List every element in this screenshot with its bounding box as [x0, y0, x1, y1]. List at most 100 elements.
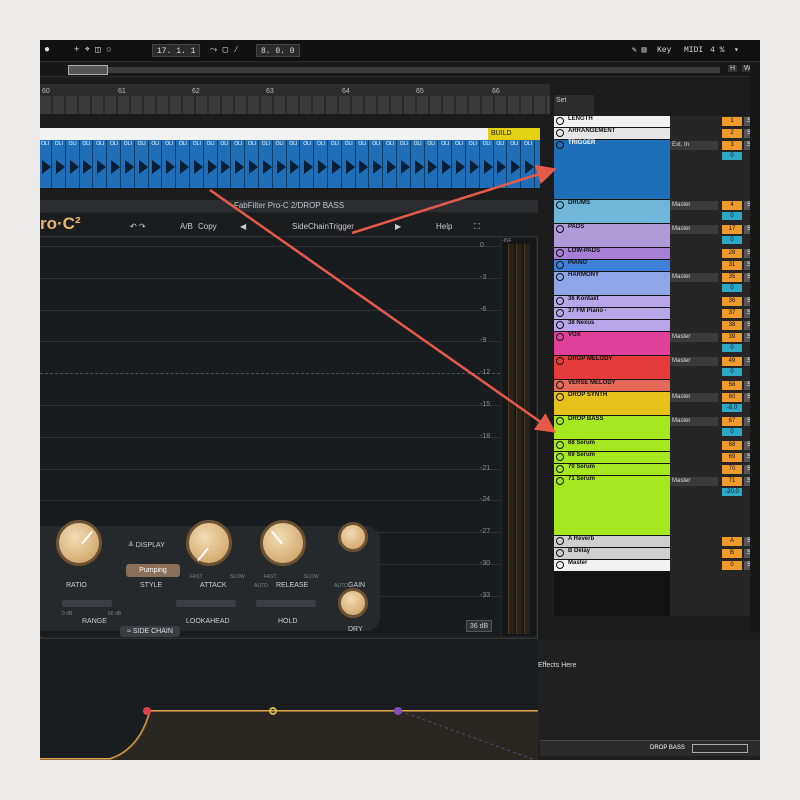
key-map-button[interactable]: Key — [657, 44, 671, 57]
trigger-clip[interactable]: OLI — [344, 140, 356, 188]
track-activator-icon[interactable] — [556, 201, 564, 209]
trigger-clip[interactable]: OLI — [275, 140, 287, 188]
track-number[interactable]: 28 — [722, 249, 742, 258]
volume-field[interactable]: 0 — [722, 212, 742, 220]
track-number[interactable]: 67 — [722, 417, 742, 426]
track-number[interactable]: 37 — [722, 309, 742, 318]
track-number[interactable]: 70 — [722, 465, 742, 474]
trigger-clip[interactable]: OLI — [426, 140, 439, 188]
trigger-clip[interactable]: OLI — [468, 140, 480, 188]
trigger-clip[interactable]: OLI — [233, 140, 246, 188]
track-header[interactable]: PADS — [554, 224, 670, 247]
track-header[interactable]: 37 FM Piano - — [554, 308, 670, 319]
track-header[interactable]: B Delay — [554, 548, 670, 559]
track-number[interactable]: 3 — [722, 141, 742, 150]
release-knob[interactable] — [260, 520, 306, 566]
midi-map-button[interactable]: MIDI — [684, 44, 703, 57]
track-activator-icon[interactable] — [556, 357, 564, 365]
draw-tools-icon[interactable]: + ⌖ ◫ ○ — [74, 44, 112, 57]
track-activator-icon[interactable] — [556, 381, 564, 389]
attack-knob[interactable] — [186, 520, 232, 566]
track-number[interactable]: 38 — [722, 321, 742, 330]
track-header[interactable]: A Reverb — [554, 536, 670, 547]
trigger-clip[interactable]: OLI — [68, 140, 80, 188]
h-button[interactable]: H — [728, 65, 738, 72]
track-number[interactable]: 0 — [722, 561, 742, 570]
ab-button[interactable]: A/B — [180, 222, 193, 231]
trigger-clip[interactable]: OLI — [454, 140, 466, 188]
db-range-button[interactable]: 36 dB — [466, 620, 492, 632]
trigger-clip[interactable]: OLI — [371, 140, 384, 188]
trigger-clip[interactable]: OLI — [399, 140, 411, 188]
track-number[interactable]: 71 — [722, 477, 742, 486]
output-select[interactable]: Master — [670, 357, 718, 366]
track-header[interactable]: VOX — [554, 332, 670, 355]
track-number[interactable]: 36 — [722, 297, 742, 306]
loop-length-field[interactable]: 8. 0. 0 — [256, 44, 300, 57]
trigger-clip[interactable]: OLI — [261, 140, 273, 188]
output-select[interactable]: Master — [670, 393, 718, 402]
trigger-clip[interactable]: OLI — [302, 140, 315, 188]
trigger-clip[interactable]: OLI — [150, 140, 163, 188]
preset-prev-icon[interactable]: ◀ — [240, 222, 246, 231]
preset-name[interactable]: SideChainTrigger — [292, 222, 354, 231]
track-activator-icon[interactable] — [556, 417, 564, 425]
output-select[interactable]: Master — [670, 417, 718, 426]
trigger-clip[interactable]: OLI — [40, 140, 52, 188]
track-activator-icon[interactable] — [556, 249, 564, 257]
macro-control[interactable] — [692, 744, 748, 753]
track-number[interactable]: 17 — [722, 225, 742, 234]
display-toggle[interactable]: ≚ DISPLAY — [128, 541, 165, 549]
volume-field[interactable]: 0 — [722, 344, 742, 352]
track-activator-icon[interactable] — [556, 297, 564, 305]
track-header[interactable]: PIANO — [554, 260, 670, 271]
track-number[interactable]: 58 — [722, 381, 742, 390]
fullscreen-icon[interactable]: ⛶ — [474, 222, 480, 232]
eq-band-node[interactable] — [143, 707, 151, 715]
volume-field[interactable]: 0 — [722, 428, 742, 436]
song-position-field[interactable]: 17. 1. 1 — [152, 44, 201, 57]
track-header[interactable]: 70 Serum — [554, 464, 670, 475]
trigger-clips[interactable]: OLI OLI OLI OLI OLI OLI OLI OLI OLI OLI OLI OLI OLI O… — [40, 140, 540, 188]
copy-button[interactable]: Copy — [198, 222, 217, 231]
track-header[interactable]: HARMONY — [554, 272, 670, 295]
track-activator-icon[interactable] — [556, 309, 564, 317]
track-activator-icon[interactable] — [556, 129, 564, 137]
undo-icon[interactable]: ↶ ↷ — [130, 222, 146, 231]
trigger-clip[interactable]: OLI — [164, 140, 177, 188]
trigger-clip[interactable]: OLI — [523, 140, 535, 188]
track-number[interactable]: 35 — [722, 273, 742, 282]
track-activator-icon[interactable] — [556, 141, 564, 149]
trigger-clip[interactable]: OLI — [385, 140, 397, 188]
track-activator-icon[interactable] — [556, 273, 564, 281]
build-marker[interactable]: BUILD — [488, 128, 540, 140]
volume-field[interactable]: -20.0 — [722, 488, 742, 496]
volume-field[interactable]: 0 — [722, 236, 742, 244]
trigger-clip[interactable]: OLI — [509, 140, 522, 188]
track-activator-icon[interactable] — [556, 537, 564, 545]
track-number[interactable]: A — [722, 537, 742, 546]
trigger-clip[interactable]: OLI — [288, 140, 301, 188]
track-header[interactable]: DROP BASS — [554, 416, 670, 439]
trigger-clip[interactable]: OLI — [192, 140, 204, 188]
trigger-clip[interactable]: OLI — [137, 140, 149, 188]
track-header[interactable]: DROP MELODY — [554, 356, 670, 379]
trigger-clip[interactable]: OLI — [123, 140, 135, 188]
output-select[interactable]: Master — [670, 333, 718, 342]
trigger-clip[interactable]: OLI — [330, 140, 342, 188]
range-slider[interactable] — [62, 600, 112, 607]
track-activator-icon[interactable] — [556, 117, 564, 125]
trigger-clip[interactable]: OLI — [219, 140, 232, 188]
trigger-clip[interactable]: OLI — [109, 140, 121, 188]
pencil-icon[interactable]: ✎ ▥ — [632, 44, 646, 57]
trigger-clip[interactable]: OLI — [81, 140, 94, 188]
plugin-title-bar[interactable]: FabFilter Pro-C 2/DROP BASS — [40, 200, 538, 212]
track-activator-icon[interactable] — [556, 321, 564, 329]
track-number[interactable]: 4 — [722, 201, 742, 210]
track-activator-icon[interactable] — [556, 333, 564, 341]
track-activator-icon[interactable] — [556, 465, 564, 473]
track-number[interactable]: 60 — [722, 393, 742, 402]
track-header[interactable]: 36 Kontakt — [554, 296, 670, 307]
track-header[interactable]: 71 Serum — [554, 476, 670, 535]
volume-field[interactable]: 0 — [722, 368, 742, 376]
